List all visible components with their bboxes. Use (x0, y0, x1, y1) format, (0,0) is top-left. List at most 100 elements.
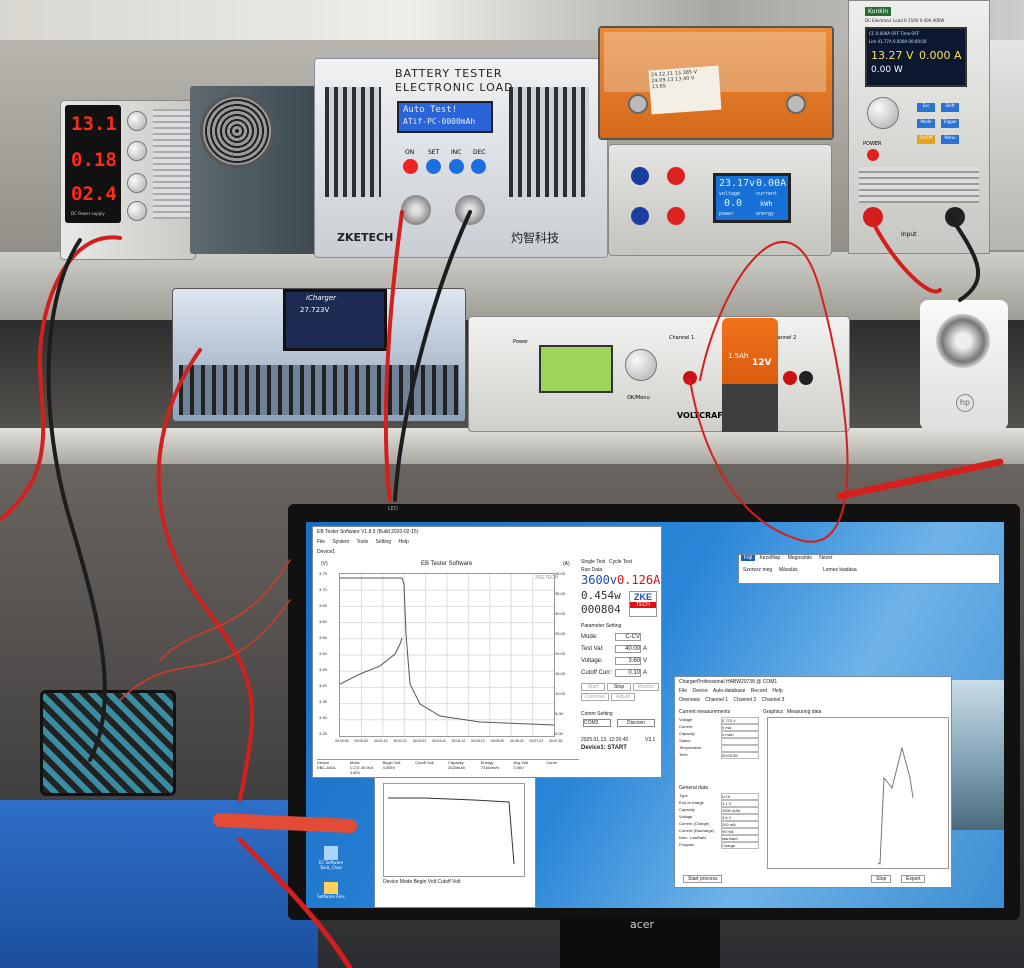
eb-param-value[interactable]: 40.00 (615, 645, 641, 653)
monitor-brand: acer (630, 918, 655, 931)
charger-graph-tab[interactable]: Graphics (763, 709, 783, 715)
desktop-icon-software[interactable]: EC Software Tools_Chan (316, 846, 346, 876)
eb-start-button[interactable]: Start (581, 683, 605, 691)
eb-x-tick: 00:05:12 (471, 739, 485, 743)
load-main-knob[interactable] (867, 97, 899, 129)
charger-row-value: 00:00:35 (721, 752, 759, 759)
eb-y-left-unit: (V) (321, 561, 328, 567)
load-input-terminal-neg[interactable] (945, 207, 965, 227)
charger-menu-record[interactable]: Record (751, 688, 767, 694)
meter-knob-1[interactable] (631, 167, 649, 185)
meter-knob-4[interactable] (667, 207, 685, 225)
charger-curve-svg (877, 746, 914, 865)
tester-terminal-left[interactable] (401, 195, 431, 225)
charger-measuring-label: Measuring data (787, 709, 822, 715)
eb-adjust-button[interactable]: Adjust (611, 693, 635, 701)
eb-tab-cycle[interactable]: Cycle Test (609, 559, 632, 565)
charger-tab-ch2[interactable]: Channel 2 (733, 697, 756, 703)
eb-menu-help[interactable]: Help (398, 539, 408, 545)
eb-menu-file[interactable]: File (317, 539, 325, 545)
meter-knob-3[interactable] (631, 207, 649, 225)
eb-table-row: EBC-A40L C-CV 40.00A 3.60V 3.305V 2023mAh 73… (317, 765, 579, 775)
load-btn-mode[interactable]: Mode (917, 119, 935, 128)
explorer-tab-view[interactable]: Nézet (816, 555, 835, 561)
supply-current-readout: 0.18 (71, 149, 117, 171)
eb-logo: ZKE TECH (629, 591, 657, 617)
eb-stop-button[interactable]: Stop (607, 683, 631, 691)
tester-inc-button[interactable] (449, 159, 464, 174)
eb-param-label: Test Val: (581, 646, 604, 652)
battery-tester: BATTERY TESTER ELECTRONIC LOAD Auto Test… (314, 58, 608, 258)
eb-back-h-device: Device (383, 879, 399, 885)
charger-row-value: 0.723 V (721, 717, 759, 724)
charger-menu-device[interactable]: Device (692, 688, 707, 694)
explorer-item-2[interactable]: Másolás (779, 567, 798, 573)
load-btn-onoff[interactable]: On/Off (917, 135, 935, 144)
load-input-terminal-pos[interactable] (863, 207, 883, 227)
tester-set-button[interactable] (426, 159, 441, 174)
eb-param-value[interactable]: C-CV (615, 633, 641, 641)
eb-tab-single[interactable]: Single Test (581, 559, 605, 565)
eb-param-unit: V (643, 658, 648, 664)
voltcraft-terminal-2[interactable] (783, 371, 797, 385)
charger-row: Capacity 0 mAh (679, 731, 761, 738)
charger-row-value: 1000 mAh (721, 807, 759, 814)
charger-tab-ch3[interactable]: Channel 3 (762, 697, 785, 703)
tester-terminal-right[interactable] (455, 195, 485, 225)
supply-knob-4[interactable] (127, 201, 147, 221)
load-power-button[interactable] (867, 149, 879, 161)
explorer-item-3[interactable]: Lemez kiadása (823, 567, 857, 573)
supply-knob-2[interactable] (127, 141, 147, 161)
tester-on-button[interactable] (403, 159, 418, 174)
charger-menu-file[interactable]: File (679, 688, 687, 694)
meter-knob-2[interactable] (667, 167, 685, 185)
charger-title: ChargerProfessional HABW20738 @ COM1 (679, 679, 778, 685)
battery-note: 24.12.11 13.385 V 24.09.13 13.40 V 13.65 (648, 65, 722, 115)
desktop-icon-software-label: EC Software Tools_Chan (318, 860, 344, 870)
eb-y-right-tick: 35.00 (555, 591, 566, 596)
charger-stop-button[interactable]: Stop (871, 875, 892, 883)
eb-menu-tools[interactable]: Tools (356, 539, 368, 545)
eb-com-select[interactable]: COM3 (583, 719, 611, 727)
voltcraft-terminal-1[interactable] (683, 371, 697, 385)
explorer-tab-share[interactable]: Megosztás (785, 555, 815, 561)
eb-monitor-button[interactable]: Monitor (633, 683, 659, 691)
charger-tab-ch1[interactable]: Channel 1 (705, 697, 728, 703)
supply-knob-1[interactable] (127, 111, 147, 131)
load-btn-menu[interactable]: Menu (941, 135, 959, 144)
eb-continue-button[interactable]: Continue (581, 693, 609, 701)
desktop-icon-files[interactable]: Software Files (316, 882, 346, 906)
voltcraft-terminal-3[interactable] (799, 371, 813, 385)
tester-brand: ZKETECH (337, 231, 394, 244)
tester-dec-button[interactable] (471, 159, 486, 174)
explorer-tab-home[interactable]: Kezdőlap (756, 555, 783, 561)
charger-menu-autodb[interactable]: Auto-database (713, 688, 746, 694)
charger-menu-help[interactable]: Help (772, 688, 782, 694)
eb-menu-setting[interactable]: Setting (376, 539, 392, 545)
speaker: hp (920, 300, 1008, 430)
battery-terminal-neg[interactable] (628, 94, 648, 114)
eb-table-cell: 3.56V (513, 765, 524, 770)
eb-param-value[interactable]: 3.60 (615, 657, 641, 665)
eb-disconnect-button[interactable]: Disconn (617, 719, 655, 727)
eb-menu-system[interactable]: System (332, 539, 349, 545)
voltcraft-knob[interactable] (625, 349, 657, 381)
load-btn-esc[interactable]: Esc (917, 103, 935, 112)
eb-y-right-tick: 15.00 (555, 671, 566, 676)
charger-tab-overview[interactable]: Overview (679, 697, 700, 703)
battery-terminal-pos[interactable] (786, 94, 806, 114)
charger-start-button[interactable]: Start process (683, 875, 723, 883)
supply-knob-3[interactable] (127, 173, 147, 193)
load-btn-trigger[interactable]: Trigger (941, 119, 959, 128)
eb-param-value[interactable]: 0.10 (615, 669, 641, 677)
charger-row: Program Charge (679, 842, 761, 849)
explorer-tab-file[interactable]: Fájl (741, 555, 756, 561)
tester-lcd-line1: Auto Test! (403, 105, 458, 115)
explorer-item-1[interactable]: Szerezz meg (743, 567, 772, 573)
charger-row-value: 0 mAh (721, 731, 759, 738)
load-btn-shift[interactable]: Shift (941, 103, 959, 112)
upper-shelf (0, 252, 1024, 320)
eb-y-left-tick: 3.25 (319, 731, 327, 736)
charger-export-button[interactable]: Export (901, 875, 926, 883)
eb-y-left-tick: 3.55 (319, 635, 327, 640)
